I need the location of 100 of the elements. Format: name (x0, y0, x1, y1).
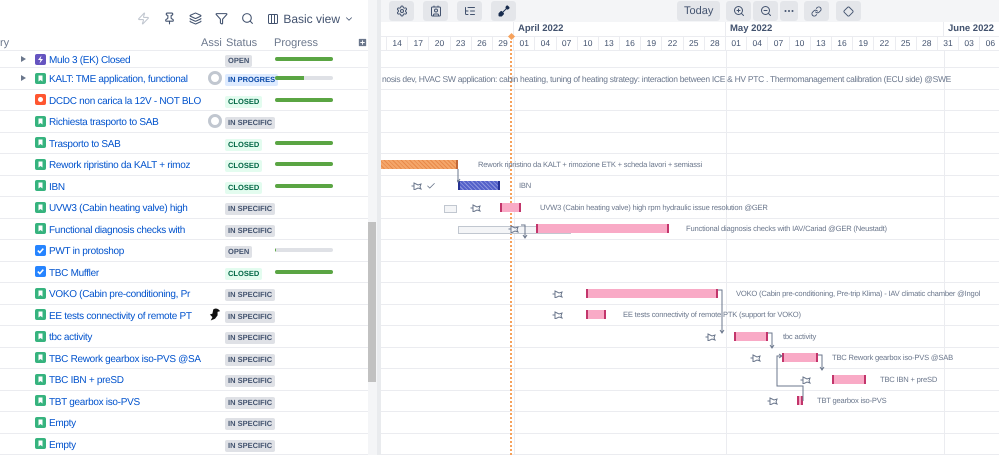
bookmark-icon (35, 158, 46, 170)
column-header: ry (0, 37, 10, 50)
day-label: 29 (498, 37, 508, 50)
task-bar[interactable] (500, 202, 521, 212)
issue-link[interactable]: Empty (49, 418, 76, 430)
today-button[interactable]: Today (677, 1, 720, 22)
bookmark-icon (35, 330, 46, 342)
issue-link[interactable]: PWT in protoshop (49, 246, 124, 258)
task-bar[interactable] (782, 353, 818, 362)
issue-link[interactable]: Trasporto to SAB (49, 138, 121, 150)
issue-link[interactable]: TBC Rework gearbox iso-PVS @SA (49, 354, 201, 365)
avatar (208, 114, 222, 128)
bookmark-icon (35, 309, 46, 320)
column-header: Progress (274, 37, 320, 50)
day-label: 19 (858, 37, 868, 50)
avatar (209, 307, 221, 322)
search-icon[interactable] (241, 12, 254, 25)
day-label: 20 (434, 37, 444, 50)
progress-bar (275, 76, 333, 80)
day-label: 10 (583, 37, 593, 50)
day-label: 01 (731, 37, 741, 50)
zoom-in-button[interactable] (726, 1, 752, 22)
column-header: Assi (201, 37, 222, 50)
shovel-button[interactable] (491, 1, 516, 22)
task-bar[interactable] (797, 396, 803, 406)
day-label: 28 (710, 37, 720, 50)
link-button[interactable] (804, 1, 830, 22)
task-label: nosis dev, HVAC SW application: cabin heating, tuning of heating strategy: interaction between ICE & HV PTC . Thermomanagement calibration (ECU side) @SWE (382, 72, 952, 85)
bookmark-icon (35, 374, 46, 385)
day-label: 25 (900, 37, 910, 50)
check-icon (426, 181, 436, 192)
layers-icon[interactable] (189, 12, 202, 25)
issue-link[interactable]: Richiesta trasporto to SAB (49, 117, 158, 128)
bookmark-icon (35, 288, 46, 299)
day-label: 03 (964, 37, 974, 50)
filter-icon[interactable] (215, 12, 228, 25)
issue-link[interactable]: Empty (49, 440, 76, 451)
caret-icon[interactable] (21, 56, 26, 62)
issue-link[interactable]: UVW3 (Cabin heating valve) high (49, 203, 188, 214)
bookmark-icon (35, 395, 46, 406)
caret-icon[interactable] (21, 75, 26, 82)
day-label: 13 (604, 37, 614, 50)
month-label: June 2022 (948, 22, 994, 36)
day-label: 19 (646, 37, 656, 50)
progress-bar (275, 270, 333, 274)
hierarchy-button[interactable] (457, 1, 482, 22)
settings-icon (396, 5, 408, 18)
bookmark-icon (35, 72, 46, 84)
task-bar[interactable] (536, 224, 669, 234)
issue-link[interactable]: DCDC non carica la 12V - NOT BLO (49, 96, 201, 107)
shovel-icon (498, 5, 510, 18)
list-tree-icon (464, 5, 476, 18)
issue-link[interactable]: TBC Muffler (49, 268, 99, 279)
add-column-icon[interactable] (357, 37, 368, 48)
issue-link[interactable]: Mulo 3 (EK) Closed (49, 55, 130, 66)
issue-link[interactable]: TBC IBN + preSD (49, 375, 124, 386)
day-label: 28 (922, 37, 932, 50)
day-label: 22 (668, 37, 678, 50)
progress-bar (275, 184, 333, 188)
contact-icon (430, 5, 442, 18)
issue-link[interactable]: VOKO (Cabin pre-conditioning, Pr (49, 289, 190, 300)
scrollbar-thumb[interactable] (368, 222, 376, 382)
checkbox-icon (35, 266, 46, 278)
bookmark-icon (35, 202, 46, 213)
issue-link[interactable]: Rework ripristino da KALT + rimoz (49, 160, 190, 172)
progress-bar (275, 162, 333, 166)
day-label: 07 (562, 37, 572, 50)
progress-bar (275, 248, 333, 252)
progress-bar (275, 98, 333, 102)
day-label: 10 (794, 37, 804, 50)
resources-button[interactable] (423, 1, 448, 22)
task-bar[interactable] (458, 181, 500, 190)
columns-icon (267, 12, 280, 24)
day-label: 23 (456, 37, 466, 50)
milestone-button[interactable] (836, 1, 862, 22)
bookmark-icon (35, 116, 46, 127)
day-label: 07 (774, 37, 784, 50)
task-bar[interactable] (734, 332, 768, 341)
task-bar[interactable] (586, 288, 718, 298)
checkbox-icon (35, 244, 46, 256)
more-button[interactable] (780, 1, 798, 22)
issue-link[interactable]: TBT gearbox iso-PVS (49, 396, 140, 408)
zoom-out-button[interactable] (753, 1, 778, 22)
zoom-in-icon (732, 5, 745, 18)
settings-button[interactable] (389, 1, 414, 22)
issue-link[interactable]: KALT: TME application, functional (49, 74, 188, 86)
day-label: 04 (752, 37, 762, 50)
task-bar[interactable] (586, 310, 606, 320)
link-icon (811, 6, 822, 17)
issue-link[interactable]: IBN (49, 182, 65, 193)
task-bar[interactable] (832, 374, 866, 384)
day-label: 14 (392, 37, 402, 50)
day-label: 16 (837, 37, 847, 50)
issue-link[interactable]: tbc activity (49, 332, 92, 344)
view-button[interactable]: Basic view (267, 10, 354, 28)
issue-link[interactable]: EE tests connectivity of remote PT (49, 310, 192, 322)
column-header: Status (225, 37, 258, 50)
avatar (208, 71, 222, 86)
issue-link[interactable]: Functional diagnosis checks with (49, 224, 186, 236)
diamond-icon (843, 6, 854, 17)
